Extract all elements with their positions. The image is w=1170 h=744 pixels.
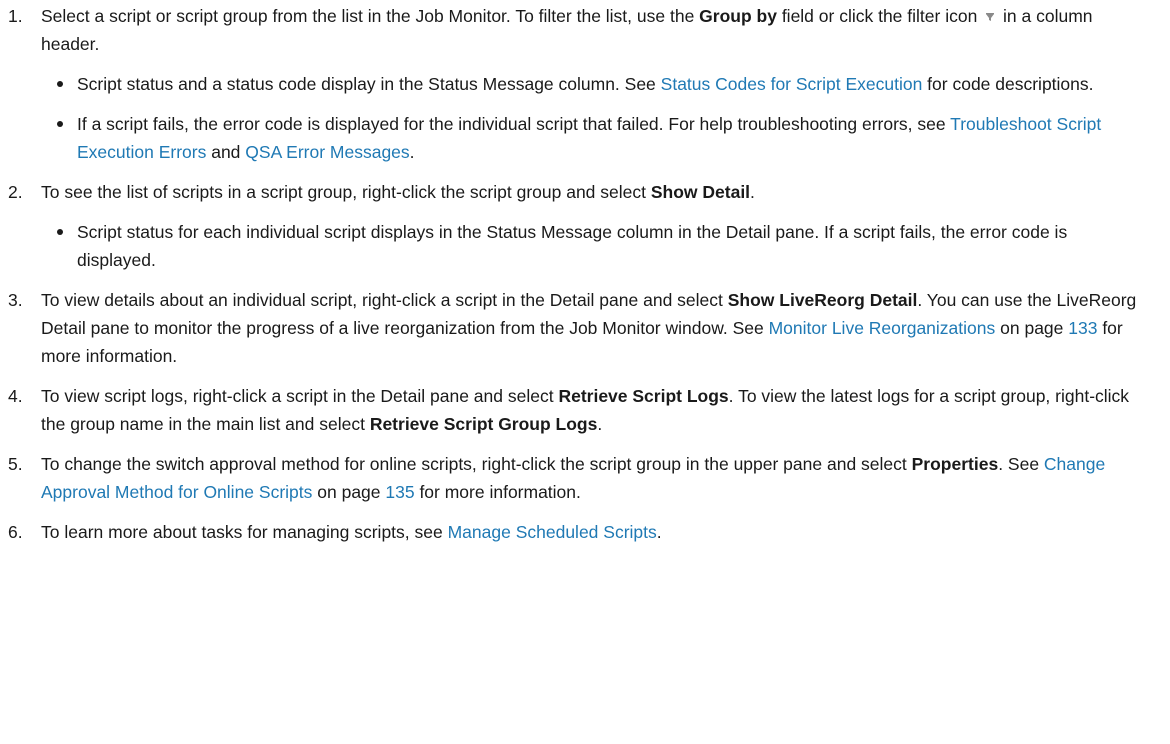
step-text: To view script logs, right-click a scrip… bbox=[41, 382, 1150, 438]
bullet-icon bbox=[57, 121, 63, 127]
ui-term-group-by: Group by bbox=[699, 6, 777, 26]
ui-term-show-detail: Show Detail bbox=[650, 182, 751, 202]
bullet-list: Script status and a status code display … bbox=[41, 70, 1150, 166]
text-run: To view script logs, right-click a scrip… bbox=[41, 386, 559, 406]
link-manage-scheduled-scripts[interactable]: Manage Scheduled Scripts bbox=[448, 522, 657, 542]
text-run: for more information. bbox=[414, 482, 581, 502]
bullet-icon bbox=[57, 229, 63, 235]
text-run: on page bbox=[995, 318, 1069, 338]
ui-term-show-livereorg-detail: Show LiveReorg Detail bbox=[727, 290, 918, 310]
text-run: To learn more about tasks for managing s… bbox=[41, 522, 448, 542]
ui-term-retrieve-script-logs: Retrieve Script Logs bbox=[558, 386, 729, 406]
text-run: To see the list of scripts in a script g… bbox=[41, 182, 651, 202]
text-run: To change the switch approval method for… bbox=[41, 454, 912, 474]
text-run: To view details about an individual scri… bbox=[41, 290, 728, 310]
filter-icon bbox=[986, 13, 995, 21]
step-1: 1. Select a script or script group from … bbox=[8, 2, 1150, 166]
step-number: 2. bbox=[8, 182, 23, 202]
step-text: To learn more about tasks for managing s… bbox=[41, 518, 1150, 546]
link-status-codes[interactable]: Status Codes for Script Execution bbox=[661, 74, 923, 94]
link-qsa-error-messages[interactable]: QSA Error Messages bbox=[245, 142, 409, 162]
link-page-133[interactable]: 133 bbox=[1068, 318, 1097, 338]
text-run: . bbox=[656, 522, 662, 542]
text-run: . See bbox=[998, 454, 1044, 474]
text-run: . bbox=[597, 414, 603, 434]
step-4: 4. To view script logs, right-click a sc… bbox=[8, 382, 1150, 438]
text-run: . bbox=[750, 182, 755, 202]
step-5: 5. To change the switch approval method … bbox=[8, 450, 1150, 506]
step-text: To change the switch approval method for… bbox=[41, 450, 1150, 506]
step-6: 6. To learn more about tasks for managin… bbox=[8, 518, 1150, 546]
link-monitor-live-reorganizations[interactable]: Monitor Live Reorganizations bbox=[769, 318, 996, 338]
bullet-list: Script status for each individual script… bbox=[41, 218, 1150, 274]
text-run: on page bbox=[312, 482, 386, 502]
step-2: 2. To see the list of scripts in a scrip… bbox=[8, 178, 1150, 274]
step-text: To see the list of scripts in a script g… bbox=[41, 178, 1150, 206]
step-3: 3. To view details about an individual s… bbox=[8, 286, 1150, 370]
document-body: 1. Select a script or script group from … bbox=[0, 0, 1170, 546]
step-number: 3. bbox=[8, 290, 23, 310]
text-run: Script status and a status code display … bbox=[77, 74, 661, 94]
link-page-135[interactable]: 135 bbox=[385, 482, 414, 502]
ui-term-retrieve-script-group-logs: Retrieve Script Group Logs bbox=[369, 414, 598, 434]
text-run: . bbox=[409, 142, 415, 162]
ui-term-properties: Properties bbox=[911, 454, 999, 474]
step-number: 1. bbox=[8, 6, 23, 26]
text-run: Select a script or script group from the… bbox=[41, 6, 700, 26]
text-run: Script status for each individual script… bbox=[77, 222, 1068, 270]
step-text: To view details about an individual scri… bbox=[41, 286, 1150, 370]
text-run: for code descriptions. bbox=[922, 74, 1094, 94]
step-number: 4. bbox=[8, 386, 23, 406]
list-item: If a script fails, the error code is dis… bbox=[43, 110, 1150, 166]
list-item: Script status for each individual script… bbox=[43, 218, 1150, 274]
step-text: Select a script or script group from the… bbox=[41, 2, 1150, 58]
bullet-icon bbox=[57, 81, 63, 87]
list-item: Script status and a status code display … bbox=[43, 70, 1150, 98]
text-run: If a script fails, the error code is dis… bbox=[77, 114, 951, 134]
text-run: and bbox=[206, 142, 246, 162]
text-run: field or click the filter icon bbox=[776, 6, 983, 26]
step-number: 5. bbox=[8, 454, 23, 474]
step-number: 6. bbox=[8, 522, 23, 542]
